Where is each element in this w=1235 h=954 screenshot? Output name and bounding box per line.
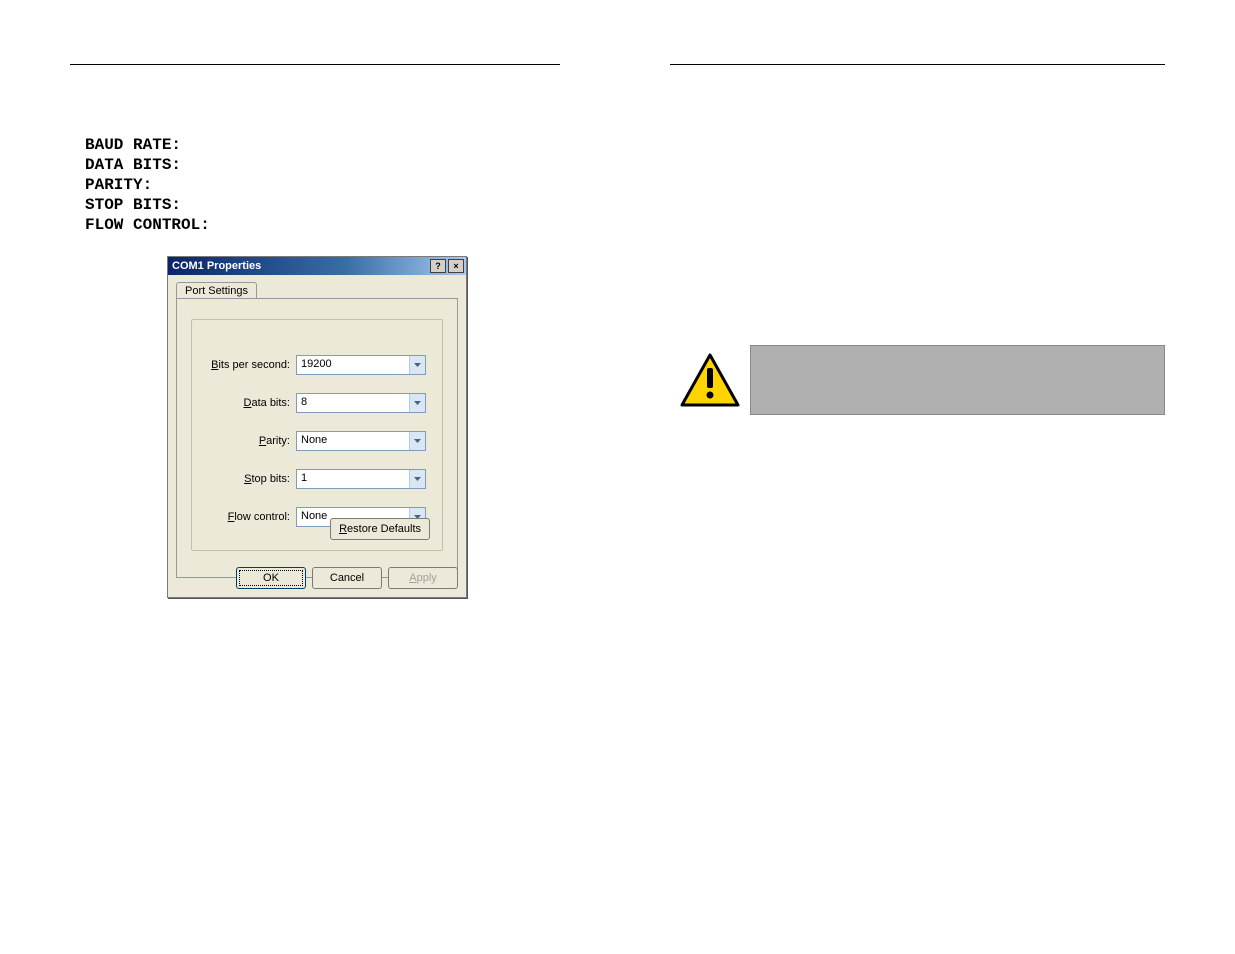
- restore-defaults-button[interactable]: Restore Defaults: [330, 518, 430, 540]
- param-stop-bits: STOP BITS:: [85, 195, 210, 215]
- stop-bits-value: 1: [297, 470, 409, 488]
- titlebar-buttons: ? ×: [430, 259, 464, 273]
- titlebar[interactable]: COM1 Properties ? ×: [168, 257, 466, 275]
- chevron-down-icon: [409, 470, 425, 488]
- tab-port-settings[interactable]: Port Settings: [176, 282, 257, 299]
- parity-select[interactable]: None: [296, 431, 426, 451]
- data-bits-value: 8: [297, 394, 409, 412]
- apply-button[interactable]: Apply: [388, 567, 458, 589]
- cancel-button[interactable]: Cancel: [312, 567, 382, 589]
- stop-bits-select[interactable]: 1: [296, 469, 426, 489]
- serial-params-list: BAUD RATE: DATA BITS: PARITY: STOP BITS:…: [85, 135, 210, 235]
- stop-bits-label: Stop bits:: [192, 473, 296, 485]
- dialog-title: COM1 Properties: [172, 260, 261, 272]
- bits-per-second-label: Bits per second:: [192, 359, 296, 371]
- chevron-down-icon: [409, 432, 425, 450]
- tab-panel: Bits per second: 19200 Data bits: 8 Pari…: [176, 298, 458, 578]
- param-baud-rate: BAUD RATE:: [85, 135, 210, 155]
- settings-group: Bits per second: 19200 Data bits: 8 Pari…: [191, 319, 443, 551]
- header-rule-left: [70, 64, 560, 65]
- parity-label: Parity:: [192, 435, 296, 447]
- ok-button[interactable]: OK: [236, 567, 306, 589]
- data-bits-select[interactable]: 8: [296, 393, 426, 413]
- data-bits-label: Data bits:: [192, 397, 296, 409]
- close-button[interactable]: ×: [448, 259, 464, 273]
- flow-control-label: Flow control:: [192, 511, 296, 523]
- parity-value: None: [297, 432, 409, 450]
- chevron-down-icon: [409, 394, 425, 412]
- header-rule-right: [670, 64, 1165, 65]
- chevron-down-icon: [409, 356, 425, 374]
- com1-properties-dialog: COM1 Properties ? × Port Settings Bits p…: [167, 256, 467, 598]
- param-parity: PARITY:: [85, 175, 210, 195]
- bits-per-second-select[interactable]: 19200: [296, 355, 426, 375]
- param-data-bits: DATA BITS:: [85, 155, 210, 175]
- bits-per-second-value: 19200: [297, 356, 409, 374]
- warning-block: [670, 345, 1165, 415]
- help-button[interactable]: ?: [430, 259, 446, 273]
- warning-text-box: [750, 345, 1165, 415]
- warning-icon: [670, 345, 750, 415]
- param-flow-control: FLOW CONTROL:: [85, 215, 210, 235]
